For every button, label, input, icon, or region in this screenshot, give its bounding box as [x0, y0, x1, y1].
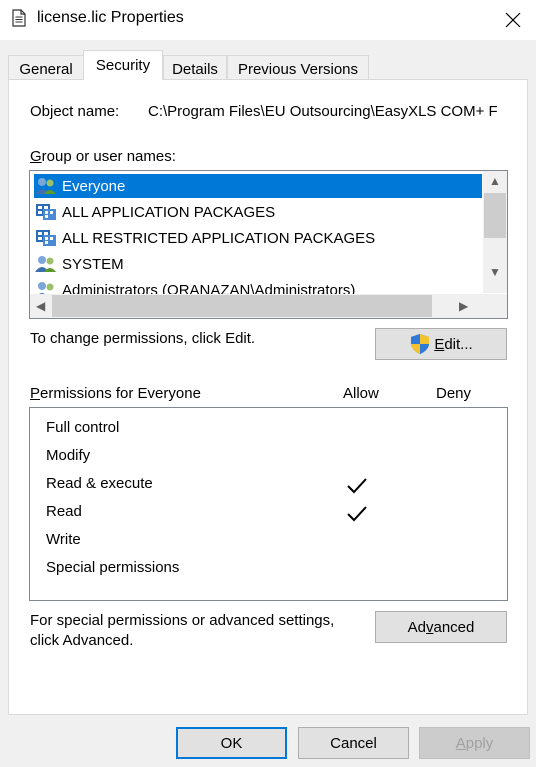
label-rest: pply [465, 734, 494, 752]
user-name: ALL RESTRICTED APPLICATION PACKAGES [62, 229, 376, 247]
app-packages-icon [34, 202, 58, 222]
scroll-thumb[interactable] [52, 295, 432, 317]
edit-button[interactable]: Edit... [375, 328, 507, 360]
tab-general[interactable]: General [8, 55, 84, 80]
window-title: license.lic Properties [37, 9, 184, 26]
list-item[interactable]: ALL RESTRICTED APPLICATION PACKAGES [34, 226, 482, 250]
scroll-up-icon[interactable]: ▲ [489, 174, 501, 188]
close-icon [505, 12, 521, 28]
allow-read-check-icon [347, 506, 367, 522]
access-key: P [30, 385, 41, 402]
app-packages-icon [34, 228, 58, 248]
cancel-button[interactable]: Cancel [298, 727, 409, 759]
permission-write: Write [46, 531, 81, 548]
uac-shield-icon [411, 334, 430, 354]
tab-previous-versions[interactable]: Previous Versions [227, 55, 369, 80]
tab-label: Security [95, 57, 151, 74]
cancel-label: Cancel [330, 734, 377, 752]
document-icon [12, 9, 26, 27]
close-button[interactable] [490, 0, 536, 40]
label-part: Ad [407, 618, 426, 636]
advanced-button[interactable]: Advanced [375, 611, 507, 643]
user-name: ALL APPLICATION PACKAGES [62, 203, 276, 221]
permission-special: Special permissions [46, 559, 180, 576]
edit-button-label: Edit... [434, 336, 472, 353]
label-rest: roup or user names: [41, 148, 176, 165]
tab-label: Details [172, 61, 218, 78]
vertical-scrollbar[interactable]: ▲ ▼ [483, 171, 507, 293]
access-key: E [434, 335, 445, 353]
allow-read-execute-check-icon [347, 478, 367, 494]
deny-column-header: Deny [436, 385, 472, 402]
label-rest: dit... [444, 335, 473, 353]
scroll-left-icon[interactable]: ◀ [36, 299, 45, 313]
group-users-icon [34, 176, 58, 196]
tab-security[interactable]: Security [83, 50, 163, 80]
group-users-icon [34, 254, 58, 274]
allow-column-header: Allow [343, 385, 379, 402]
security-panel: Object name: C:\Program Files\EU Outsour… [8, 79, 528, 715]
user-list[interactable]: Everyone ALL APPLICATION PACKAGES ALL RE… [29, 170, 508, 319]
permission-modify: Modify [46, 447, 91, 464]
change-permissions-text: To change permissions, click Edit. [30, 330, 256, 347]
ok-button[interactable]: OK [176, 727, 287, 759]
tab-details[interactable]: Details [163, 55, 227, 80]
permissions-for-label: Permissions for Everyone [30, 385, 201, 402]
list-item[interactable]: Everyone [34, 174, 482, 198]
list-item[interactable]: SYSTEM [34, 252, 482, 276]
user-name: Everyone [62, 177, 126, 195]
scroll-down-icon[interactable]: ▼ [489, 265, 501, 279]
object-name-label: Object name: [30, 103, 120, 120]
horizontal-scrollbar[interactable]: ◀ ▶ [30, 294, 507, 318]
access-key: G [30, 148, 42, 165]
ok-label: OK [220, 734, 243, 752]
access-key: A [455, 734, 466, 752]
label-part: anced [433, 618, 475, 636]
object-name-value: C:\Program Files\EU Outsourcing\EasyXLS … [148, 103, 498, 120]
apply-label: Apply [456, 735, 494, 752]
advanced-hint-line1: For special permissions or advanced sett… [30, 612, 335, 629]
group-names-label: Group or user names: [30, 148, 176, 165]
tab-label: Previous Versions [237, 61, 359, 78]
user-name: SYSTEM [62, 255, 124, 273]
permission-full-control: Full control [46, 419, 120, 436]
title-bar: license.lic Properties [0, 0, 536, 40]
advanced-button-label: Advanced [408, 619, 475, 636]
permissions-list: Full control Modify Read & execute Read … [29, 407, 508, 601]
apply-button[interactable]: Apply [419, 727, 530, 759]
label-rest: ermissions for Everyone [40, 385, 201, 402]
scroll-right-icon[interactable]: ▶ [459, 299, 468, 313]
permission-read: Read [46, 503, 82, 520]
list-item[interactable]: ALL APPLICATION PACKAGES [34, 200, 482, 224]
advanced-hint-line2: click Advanced. [30, 632, 134, 649]
permission-read-execute: Read & execute [46, 475, 153, 492]
scroll-thumb[interactable] [484, 193, 506, 238]
tab-label: General [19, 61, 73, 78]
scrollbar-corner [483, 294, 507, 318]
